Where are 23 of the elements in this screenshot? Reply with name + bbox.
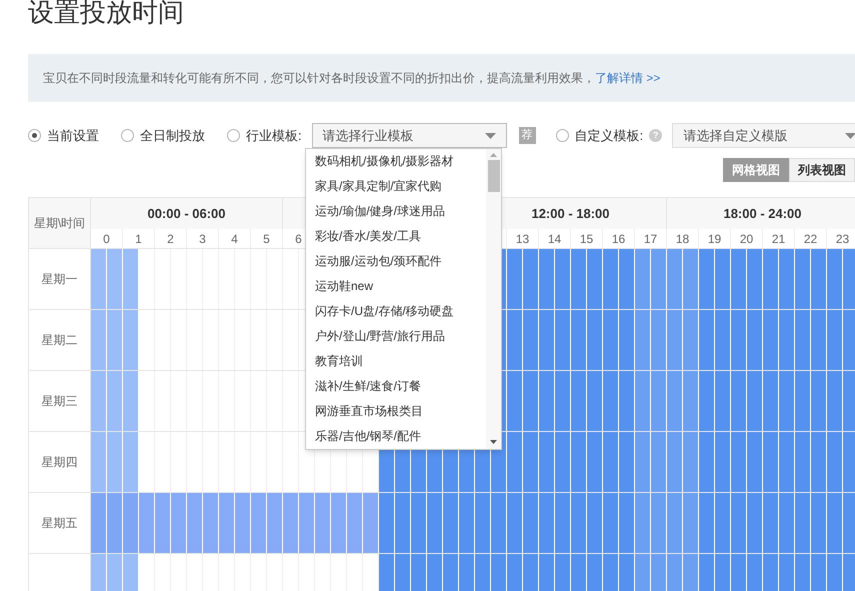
period-header: 00:00 - 06:00 <box>91 198 283 230</box>
hour-label: 2 <box>155 229 187 248</box>
hour-label: 21 <box>763 229 795 248</box>
hour-label: 16 <box>603 229 635 248</box>
hour-label: 3 <box>187 229 219 248</box>
notice-text: 宝贝在不同时段流量和转化可能有所不同，您可以针对各时段设置不同的折扣出价，提高流量利用效果，了解详情 >> <box>43 70 660 87</box>
recommend-tag: 荐 <box>518 127 536 144</box>
hour-label: 18 <box>667 229 699 248</box>
hour-label: 20 <box>731 229 763 248</box>
hour-label: 1 <box>123 229 155 248</box>
hour-label: 5 <box>251 229 283 248</box>
hour-label: 14 <box>539 229 571 248</box>
hour-label: 22 <box>795 229 827 248</box>
hour-label: 23 <box>827 229 855 248</box>
hour-label: 4 <box>219 229 251 248</box>
hour-label: 19 <box>699 229 731 248</box>
hour-label: 15 <box>571 229 603 248</box>
hour-label: 0 <box>91 229 123 248</box>
hour-label: 17 <box>635 229 667 248</box>
page-title: 设置投放时间 <box>28 0 185 29</box>
hour-label: 13 <box>507 229 539 248</box>
period-header: 18:00 - 24:00 <box>667 198 855 230</box>
corner-header: 星期\时间 <box>29 198 91 248</box>
